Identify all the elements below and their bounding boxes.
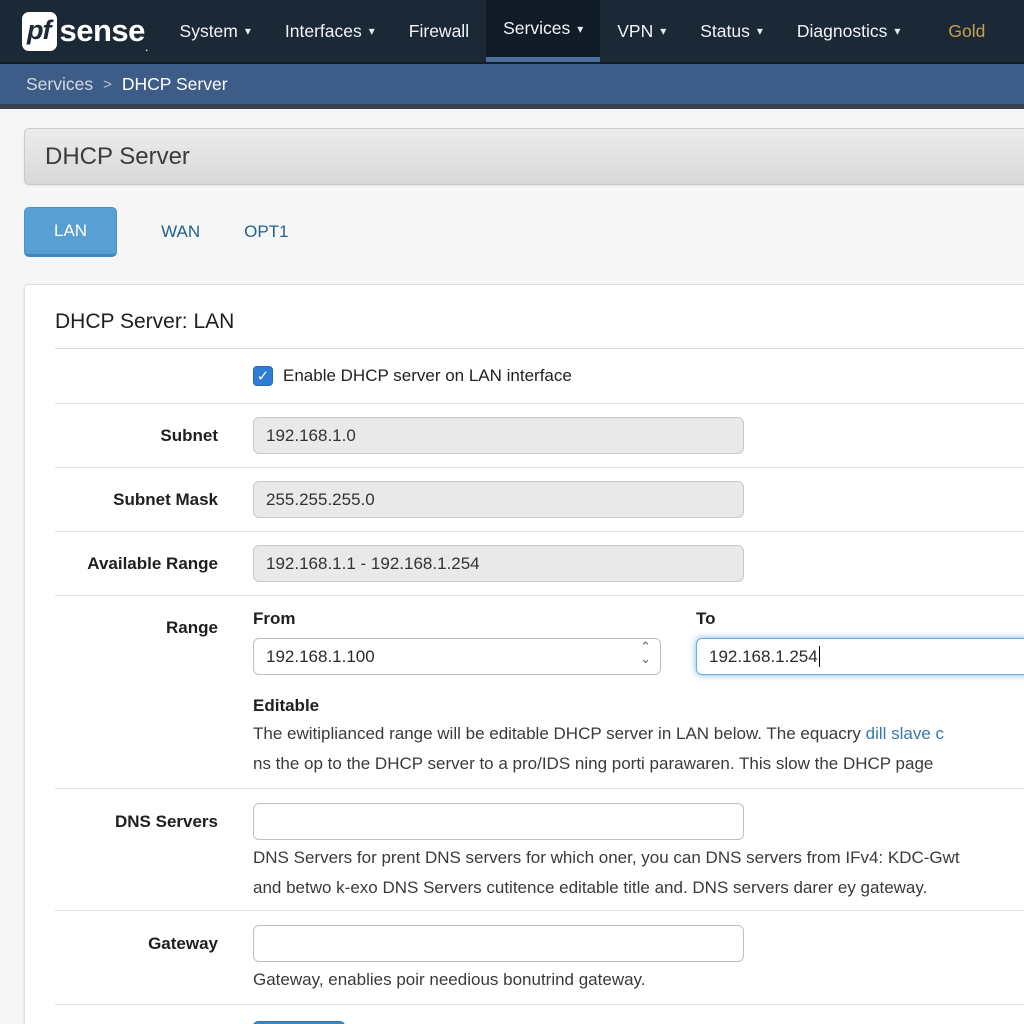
chevron-down-icon: ▾ [894, 24, 900, 38]
chevron-down-icon: ▾ [757, 24, 763, 38]
breadcrumb-services-link[interactable]: Services [26, 74, 93, 95]
tab-wan[interactable]: WAN [161, 222, 200, 242]
range-from-label: From [253, 609, 661, 629]
breadcrumb-current-page[interactable]: DHCP Server [122, 74, 228, 95]
number-stepper[interactable]: ⌃ ⌄ [640, 641, 651, 665]
check-icon: ✓ [257, 367, 270, 385]
dns-servers-row: DNS Servers DNS Servers for prent DNS se… [55, 789, 1024, 911]
pfsense-logo-dot: . [145, 39, 149, 54]
nav-item-diagnostics[interactable]: Diagnostics ▾ [780, 0, 918, 62]
panel-title: DHCP Server: LAN [55, 285, 1024, 349]
available-range-field: 192.168.1.1 - 192.168.1.254 [253, 545, 744, 582]
enable-dhcp-label: Enable DHCP server on LAN interface [283, 366, 572, 386]
subnet-row: Subnet 192.168.1.0 [55, 404, 1024, 468]
nav-item-services[interactable]: Services ▾ [486, 0, 600, 62]
nav-item-firewall[interactable]: Firewall [392, 0, 486, 62]
subnet-mask-label: Subnet Mask [55, 481, 218, 510]
gateway-help: Gateway, enablies poir needious bonutrin… [253, 968, 1024, 992]
chevron-down-icon: ▾ [660, 24, 666, 38]
interface-tabs: LAN WAN OPT1 [24, 207, 1024, 257]
range-label: Range [55, 609, 218, 638]
subnet-mask-row: Subnet Mask 255.255.255.0 [55, 468, 1024, 532]
range-row: Range From 192.168.1.100 ⌃ ⌄ To [55, 596, 1024, 789]
chevron-down-icon: ▾ [577, 22, 583, 36]
subnet-label: Subnet [55, 417, 218, 446]
gateway-row: Gateway Gateway, enablies poir needious … [55, 911, 1024, 1005]
chevron-down-icon: ▾ [245, 24, 251, 38]
text-cursor [819, 646, 821, 667]
nav-item-interfaces[interactable]: Interfaces ▾ [268, 0, 392, 62]
nav-item-system[interactable]: System ▾ [163, 0, 268, 62]
breadcrumb: Services > DHCP Server [0, 62, 1024, 109]
pfsense-logo[interactable]: pf sense . [22, 0, 149, 62]
subnet-mask-field: 255.255.255.0 [253, 481, 744, 518]
editable-label: Editable [253, 696, 1024, 716]
partial-bottom-row: Domain [55, 1005, 1024, 1024]
dhcp-server-panel: DHCP Server: LAN ✓ Enable DHCP server on… [24, 284, 1024, 1024]
range-to-label: To [696, 609, 1024, 629]
pfsense-logo-sense: sense [59, 13, 144, 49]
available-range-row: Available Range 192.168.1.1 - 192.168.1.… [55, 532, 1024, 596]
stepper-down-icon[interactable]: ⌄ [640, 653, 651, 665]
available-range-label: Available Range [55, 545, 218, 574]
page-title-bar: DHCP Server [24, 128, 1024, 185]
dns-servers-input[interactable] [253, 803, 744, 840]
enable-dhcp-checkbox[interactable]: ✓ [253, 366, 273, 386]
dns-help-line2: and betwo k-exo DNS Servers cutitence ed… [253, 876, 1024, 900]
nav-item-vpn[interactable]: VPN ▾ [600, 0, 683, 62]
range-help-line1: The ewitiplianced range will be editable… [253, 722, 1024, 746]
gateway-input[interactable] [253, 925, 744, 962]
top-navbar: pf sense . System ▾ Interfaces ▾ Firewal… [0, 0, 1024, 62]
dns-help-line1: DNS Servers for prent DNS servers for wh… [253, 846, 1024, 870]
nav-item-gold[interactable]: Gold [931, 0, 1002, 62]
chevron-down-icon: ▾ [369, 24, 375, 38]
page-title: DHCP Server [45, 143, 190, 171]
gateway-label: Gateway [55, 925, 218, 954]
range-help-link[interactable]: dill slave c [866, 724, 944, 743]
range-from-input[interactable]: 192.168.1.100 [253, 638, 661, 675]
range-help-line2: ns the op to the DHCP server to a pro/ID… [253, 752, 1024, 776]
nav-item-status[interactable]: Status ▾ [683, 0, 780, 62]
subnet-field: 192.168.1.0 [253, 417, 744, 454]
enable-row: ✓ Enable DHCP server on LAN interface [55, 349, 1024, 404]
range-to-input[interactable]: 192.168.1.254 [696, 638, 1024, 675]
tab-lan[interactable]: LAN [24, 207, 117, 257]
breadcrumb-separator-icon: > [103, 76, 112, 93]
pfsense-logo-pf: pf [22, 12, 57, 51]
tab-opt1[interactable]: OPT1 [244, 222, 288, 242]
dns-servers-label: DNS Servers [55, 803, 218, 832]
